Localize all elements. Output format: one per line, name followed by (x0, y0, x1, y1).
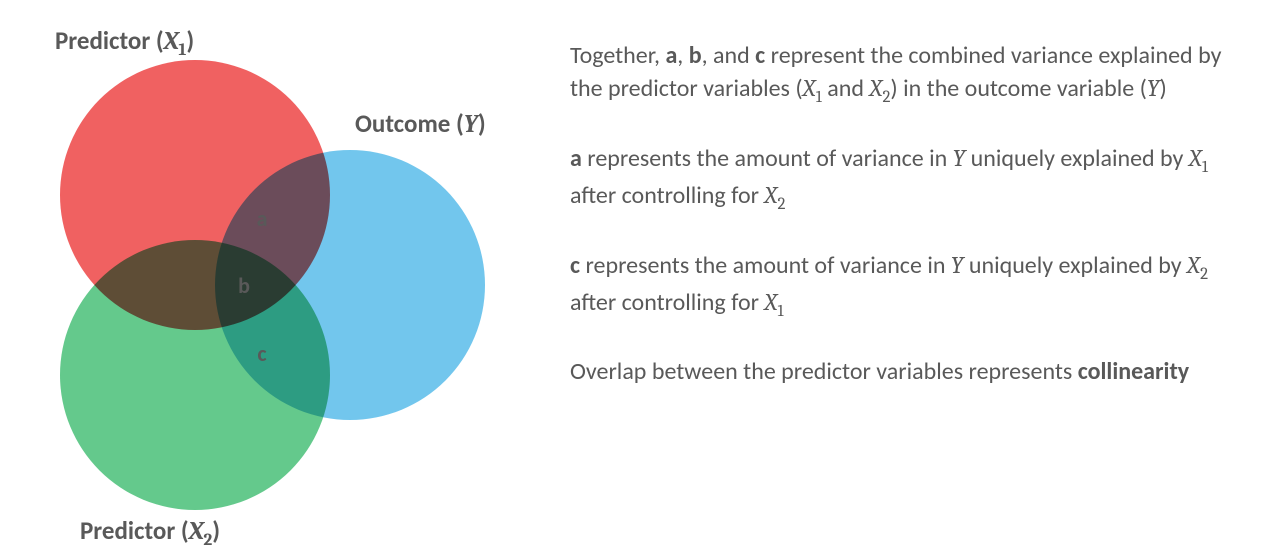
diagram-container: Predictor (X1) Outcome (Y) Predictor (X2… (0, 0, 1280, 558)
label-x2-close: ) (212, 515, 220, 546)
circle-x2 (60, 240, 330, 510)
explanation-panel: Together, a, b, and c represent the comb… (560, 0, 1280, 558)
label-x1-var: X (164, 27, 179, 56)
venn-panel: Predictor (X1) Outcome (Y) Predictor (X2… (0, 0, 560, 558)
p2-t3: after controlling for (570, 181, 764, 210)
p3-c: c (570, 251, 580, 280)
p3-x2s: 2 (1200, 265, 1208, 284)
label-predictor-x1: Predictor (X1) (55, 25, 194, 60)
p1-c: c (755, 41, 765, 70)
p2-yv: Y (953, 144, 966, 172)
label-x2-var: X (189, 517, 204, 546)
paragraph-combined: Together, a, b, and c represent the comb… (570, 40, 1240, 110)
p2-t1: represents the amount of variance in (582, 144, 953, 173)
p1-x1v: X (803, 74, 816, 102)
p3-x1v: X (764, 288, 777, 316)
p2-x2v: X (764, 181, 777, 209)
region-c: c (250, 340, 274, 367)
p1-t6: ) in the outcome variable ( (890, 74, 1147, 103)
region-a: a (250, 205, 274, 232)
paragraph-collinearity: Overlap between the predictor variables … (570, 356, 1240, 388)
label-x2-sub: 2 (203, 530, 212, 550)
p1-a: a (665, 41, 677, 70)
p1-t2: , (677, 41, 688, 70)
p2-x2s: 2 (778, 195, 786, 214)
p3-t2: uniquely explained by (963, 251, 1187, 280)
label-predictor-x2: Predictor (X2) (80, 515, 220, 550)
label-outcome-y: Outcome (Y) (355, 108, 486, 139)
p3-t1: represents the amount of variance in (580, 251, 951, 280)
label-x2-text: Predictor ( (80, 515, 189, 546)
paragraph-c: c represents the amount of variance in Y… (570, 249, 1240, 324)
p4-t1: Overlap between the predictor variables … (570, 357, 1078, 386)
label-x1-text: Predictor ( (55, 25, 164, 56)
p2-x1v: X (1189, 144, 1202, 172)
p3-t3: after controlling for (570, 288, 764, 317)
paragraph-a: a represents the amount of variance in Y… (570, 142, 1240, 217)
p1-t7: ) (1160, 74, 1167, 103)
label-x1-close: ) (186, 25, 194, 56)
label-y-var: Y (464, 110, 478, 139)
p3-x2v: X (1187, 251, 1200, 279)
p1-x2v: X (869, 74, 882, 102)
region-b: b (232, 272, 256, 299)
p1-t3: , and (702, 41, 756, 70)
label-y-close: ) (478, 108, 486, 139)
p4-col: collinearity (1078, 357, 1189, 386)
p1-t5: and (822, 74, 870, 103)
p1-b: b (689, 41, 702, 70)
label-y-text: Outcome ( (355, 108, 464, 139)
p1-t1: Together, (570, 41, 665, 70)
venn-diagram (0, 0, 560, 558)
p2-a: a (570, 144, 582, 173)
p3-yv: Y (951, 251, 964, 279)
p1-yv: Y (1147, 74, 1160, 102)
p2-t2: uniquely explained by (965, 144, 1189, 173)
p2-x1s: 1 (1202, 158, 1208, 177)
p3-x1s: 1 (778, 302, 784, 321)
